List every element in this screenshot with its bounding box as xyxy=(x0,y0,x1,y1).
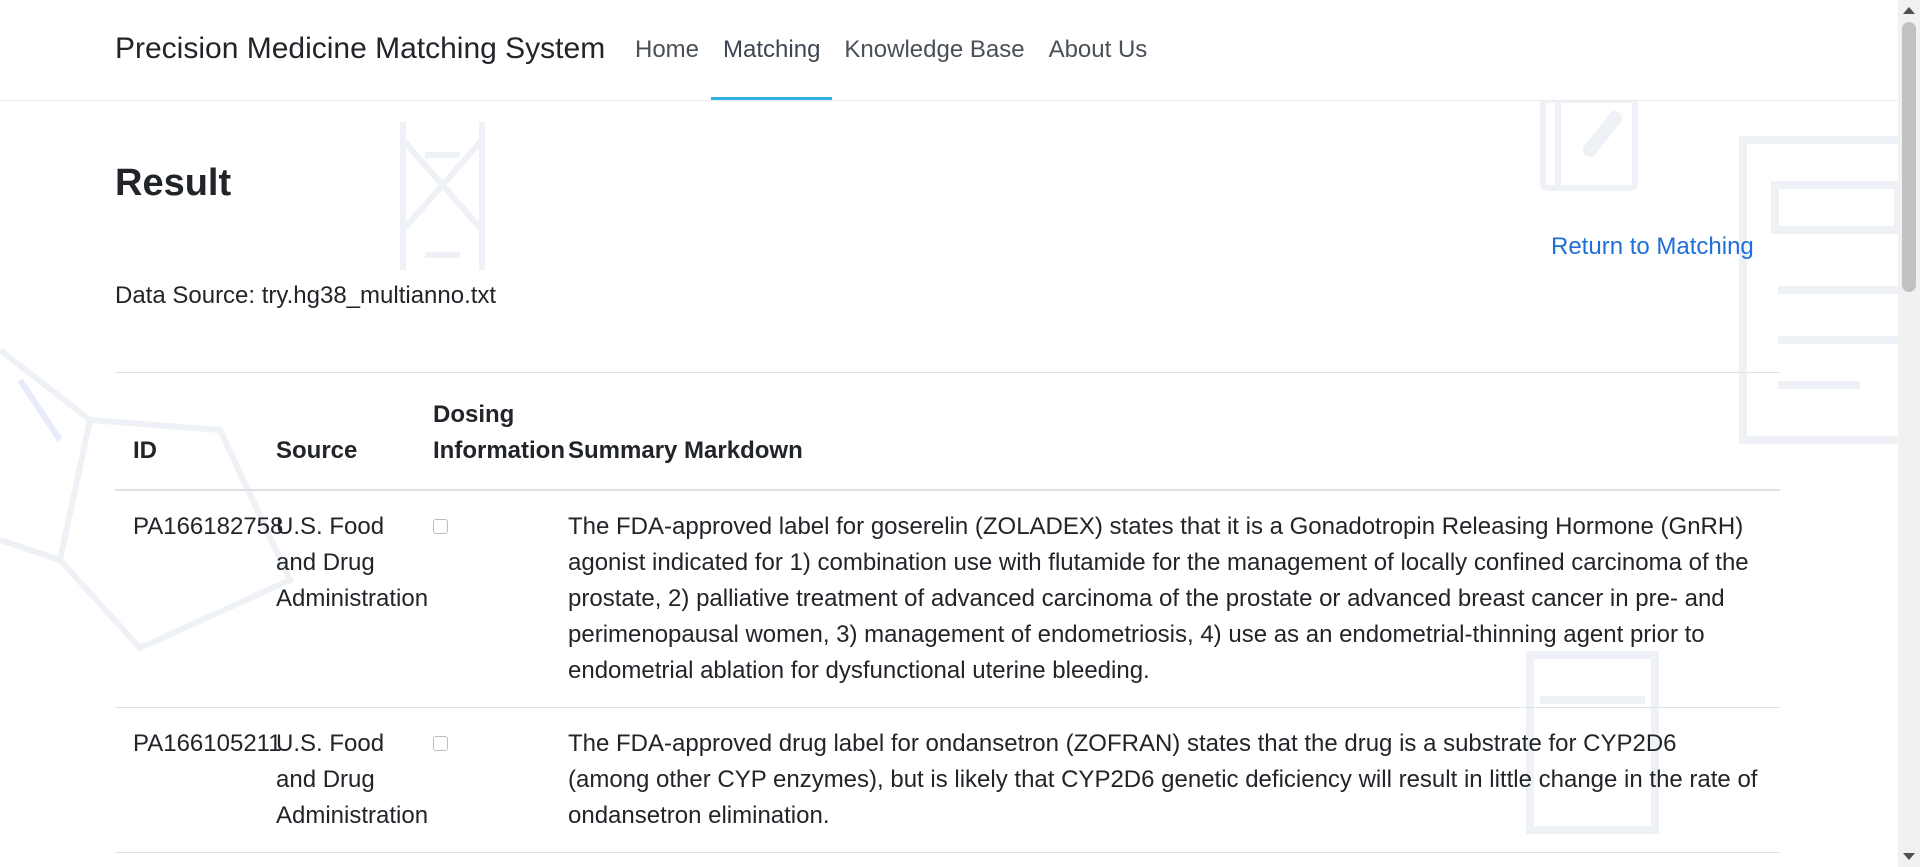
nav-item-home[interactable]: Home xyxy=(623,0,711,100)
checkbox-icon xyxy=(433,519,448,534)
table-body: PA166182758 U.S. Food and Drug Administr… xyxy=(115,490,1780,853)
table-header: ID Source Dosing Information Summary Mar… xyxy=(115,372,1780,490)
brand-title[interactable]: Precision Medicine Matching System xyxy=(115,32,605,66)
results-table: ID Source Dosing Information Summary Mar… xyxy=(115,372,1780,853)
table-row: PA166105211 U.S. Food and Drug Administr… xyxy=(115,708,1780,853)
content-area: Result Return to Matching Data Source: t… xyxy=(0,0,1898,867)
cell-source: U.S. Food and Drug Administration xyxy=(276,513,429,612)
column-header-dosing: Dosing Information xyxy=(433,401,565,464)
return-to-matching-link[interactable]: Return to Matching xyxy=(1551,233,1754,261)
cell-source: U.S. Food and Drug Administration xyxy=(276,730,429,829)
data-source-label: Data Source: try.hg38_multianno.txt xyxy=(115,282,497,309)
table-header-row: ID Source Dosing Information Summary Mar… xyxy=(115,372,1780,490)
table-row: PA166182758 U.S. Food and Drug Administr… xyxy=(115,490,1780,708)
column-header-summary: Summary Markdown xyxy=(568,437,803,464)
nav-item-knowledge-base[interactable]: Knowledge Base xyxy=(832,0,1036,100)
page-title: Result xyxy=(115,162,232,204)
nav-item-about-us[interactable]: About Us xyxy=(1037,0,1160,100)
scroll-up-arrow-icon[interactable] xyxy=(1903,7,1915,14)
checkbox-icon xyxy=(433,736,448,751)
column-header-source: Source xyxy=(276,437,358,464)
nav-item-matching[interactable]: Matching xyxy=(711,0,833,100)
cell-id: PA166105211 xyxy=(133,730,282,757)
cell-summary: The FDA-approved label for goserelin (ZO… xyxy=(568,513,1749,684)
scroll-thumb[interactable] xyxy=(1902,22,1916,292)
scroll-down-arrow-icon[interactable] xyxy=(1903,853,1915,860)
cell-dosing xyxy=(415,708,550,853)
main-nav: Home Matching Knowledge Base About Us xyxy=(623,0,1159,100)
cell-summary: The FDA-approved drug label for ondanset… xyxy=(568,730,1758,829)
cell-dosing xyxy=(415,490,550,708)
column-header-id: ID xyxy=(133,437,157,464)
top-navbar: Precision Medicine Matching System Home … xyxy=(0,0,1898,101)
vertical-scrollbar[interactable] xyxy=(1898,0,1920,867)
cell-id: PA166182758 xyxy=(133,513,284,540)
